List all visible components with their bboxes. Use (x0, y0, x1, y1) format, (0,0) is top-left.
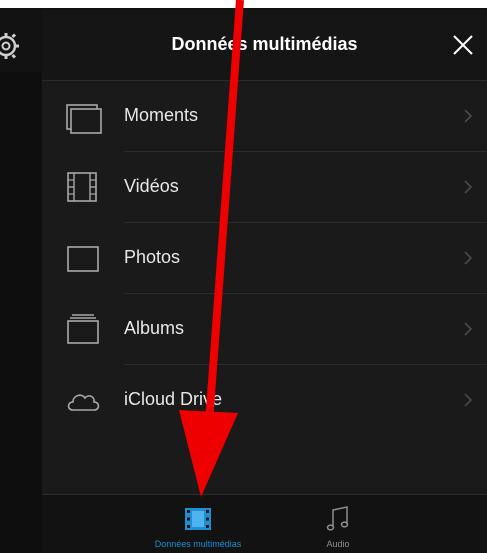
moments-icon (66, 104, 102, 134)
background-app-panel (0, 10, 42, 553)
screenshot-frame: Données multimédias Moments Vidéos Photo… (0, 0, 487, 553)
cloud-icon (67, 394, 100, 411)
chevron-right-icon (464, 322, 473, 336)
row-label: iCloud Drive (124, 389, 223, 409)
row-icloud-drive[interactable]: iCloud Drive (42, 365, 487, 436)
modal-title: Données multimédias (171, 34, 358, 54)
tab-label: Données multimédias (154, 539, 242, 549)
photo-icon (67, 246, 99, 272)
tab-media[interactable]: Données multimédias (138, 495, 258, 553)
film-icon (185, 508, 211, 530)
music-note-icon (326, 506, 349, 531)
row-label: Vidéos (124, 176, 179, 196)
row-label: Albums (124, 318, 185, 338)
media-browser-modal: Données multimédias Moments Vidéos Photo… (42, 10, 487, 553)
row-label: Photos (124, 247, 181, 267)
chevron-right-icon (464, 109, 473, 123)
tab-bar: Données multimédias Audio (42, 494, 487, 553)
row-label: Moments (124, 105, 199, 125)
row-photos[interactable]: Photos (42, 223, 487, 294)
settings-gear-icon[interactable] (0, 26, 22, 66)
chevron-right-icon (464, 393, 473, 407)
tab-label: Audio (326, 539, 350, 549)
close-icon[interactable] (451, 33, 475, 57)
film-icon (67, 172, 97, 202)
modal-header: Données multimédias (42, 10, 487, 81)
row-videos[interactable]: Vidéos (42, 152, 487, 223)
album-icon (67, 314, 99, 344)
row-albums[interactable]: Albums (42, 294, 487, 365)
tab-audio[interactable]: Audio (278, 495, 398, 553)
chevron-right-icon (464, 251, 473, 265)
chevron-right-icon (464, 180, 473, 194)
row-moments[interactable]: Moments (42, 81, 487, 152)
